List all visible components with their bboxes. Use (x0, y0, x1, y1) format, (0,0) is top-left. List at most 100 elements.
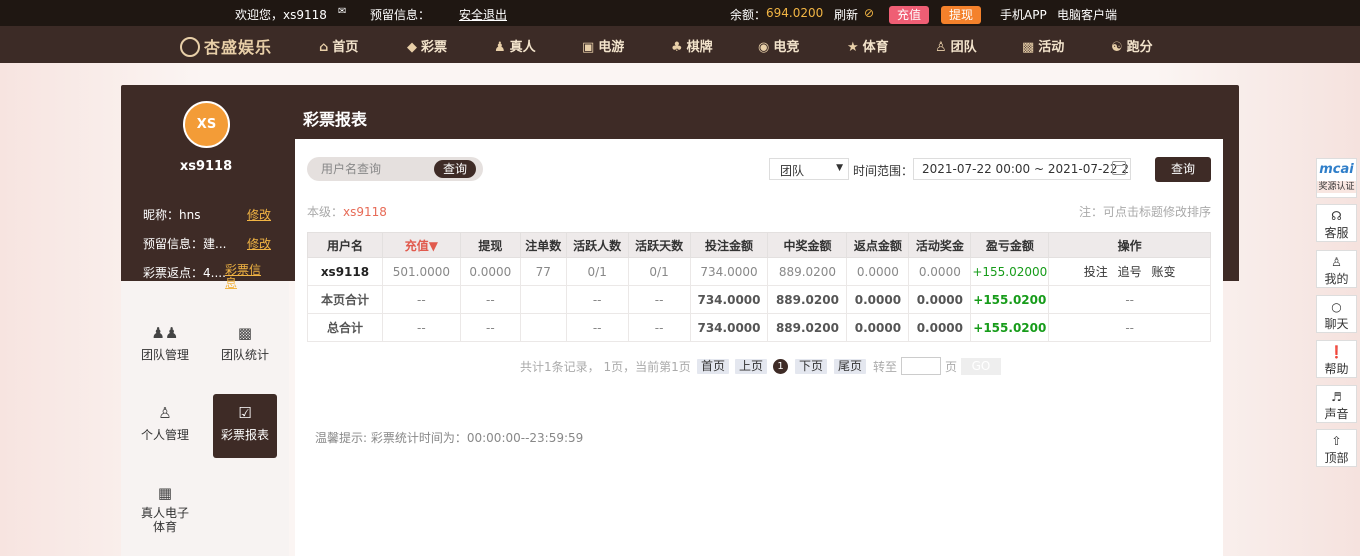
col-active-users[interactable]: 活跃人数 (565, 232, 629, 258)
mcai-badge[interactable]: mcai 奖源认证 (1316, 158, 1357, 198)
cell-username[interactable]: xs9118 (307, 257, 383, 286)
col-win[interactable]: 中奖金额 (767, 232, 848, 258)
nav-item-home[interactable]: ⌂ 首页 (319, 36, 358, 55)
cell-ops: 投注 追号 账变 (1048, 257, 1211, 286)
edit-reserved-link[interactable]: 修改 (247, 235, 271, 252)
site-logo[interactable]: 杏盛娱乐 (180, 34, 272, 58)
menu-item-live-electronic-sports[interactable]: ▦ 真人电子体育 (133, 474, 197, 544)
col-withdraw[interactable]: 提现 (459, 232, 521, 258)
inline-query-button[interactable]: 查询 (434, 160, 476, 178)
home-icon: ⌂ (319, 40, 329, 55)
nav-item-cards[interactable]: ♣ 棋牌 (671, 36, 713, 55)
chat-icon: ○ (1331, 300, 1342, 314)
user-name: xs9118 (179, 159, 233, 174)
my-account-button[interactable]: ♙ 我的 (1316, 250, 1357, 288)
withdraw-button[interactable]: 提现 (941, 6, 982, 24)
user-icon: ♙ (1331, 255, 1342, 269)
nav-item-team[interactable]: ♙ 团队 (935, 36, 977, 55)
reserved-info-text: 预留信息：建... (143, 237, 227, 251)
table-header-row: 用户名 充值▼ 提现 注单数 活跃人数 活跃天数 投注金额 中奖金额 返点金额 … (307, 232, 1211, 258)
gift-icon: ▩ (1022, 40, 1035, 55)
cell-withdraw: 0.0000 (459, 257, 521, 286)
pc-client-link[interactable]: 电脑客户端 (1057, 6, 1117, 23)
table-row: xs9118 501.0000 0.0000 77 0/1 0/1 734.00… (307, 257, 1211, 286)
bet-link[interactable]: 投注 (1084, 265, 1108, 279)
nav-item-activity[interactable]: ▩ 活动 (1022, 36, 1064, 55)
first-page-button[interactable]: 首页 (697, 359, 730, 374)
welcome-text: 欢迎您，xs9118 (235, 8, 327, 22)
top-info-bar: 欢迎您，xs9118 ✉ 预留信息： 安全退出 余额： 694.0200 刷新 … (0, 0, 1360, 26)
nav-item-sports[interactable]: ★ 体育 (847, 36, 889, 55)
refresh-link[interactable]: 刷新 (834, 6, 858, 23)
col-active-days[interactable]: 活跃天数 (627, 232, 691, 258)
query-button[interactable]: 查询 (1155, 157, 1211, 182)
trophy-icon: ★ (847, 40, 859, 55)
go-button[interactable]: GO (961, 358, 1001, 375)
page-title: 彩票报表 (303, 110, 368, 129)
account-change-link[interactable]: 账变 (1151, 265, 1175, 279)
reserved-info-label: 预留信息： (370, 8, 431, 22)
recharge-button[interactable]: 充值 (889, 6, 930, 24)
lottery-info-link[interactable]: 彩票信息 (225, 264, 265, 290)
chat-button[interactable]: ○ 聊天 (1316, 295, 1357, 333)
edit-nickname-link[interactable]: 修改 (247, 206, 271, 223)
cell-win: 889.0200 (767, 257, 848, 286)
col-rebate[interactable]: 返点金额 (846, 232, 910, 258)
next-page-button[interactable]: 下页 (795, 359, 828, 374)
col-bet[interactable]: 投注金额 (689, 232, 769, 258)
logout-link[interactable]: 安全退出 (459, 6, 507, 23)
nav-item-lottery[interactable]: ◆ 彩票 (407, 36, 447, 55)
current-page[interactable]: 1 (773, 359, 788, 374)
card-icon: ♣ (671, 40, 683, 55)
balance-label: 余额： (730, 8, 767, 22)
balance-value: 694.0200 (766, 6, 824, 20)
menu-item-team-statistics[interactable]: ▩ 团队统计 (213, 314, 277, 378)
menu-item-lottery-report[interactable]: ☑ 彩票报表 (213, 394, 277, 458)
headset-icon: ☊ (1331, 209, 1342, 223)
sound-button[interactable]: ♬ 声音 (1316, 385, 1357, 423)
col-bonus[interactable]: 活动奖金 (908, 232, 972, 258)
rebate-label: 彩票返点：4.... (143, 266, 226, 280)
chase-link[interactable]: 追号 (1118, 265, 1142, 279)
sort-note: 注：可点击标题修改排序 (1078, 205, 1211, 219)
col-recharge[interactable]: 充值▼ (381, 232, 461, 258)
nav-item-runscore[interactable]: ☯ 跑分 (1111, 36, 1153, 55)
slot-icon: ▣ (582, 40, 595, 55)
help-button[interactable]: ❗ 帮助 (1316, 340, 1357, 378)
calendar-icon[interactable] (1112, 161, 1126, 175)
clipboard-chart-icon: ☑ (238, 404, 252, 422)
date-range-input[interactable]: 2021-07-22 00:00 ~ 2021-07-22 23:59 (913, 158, 1131, 180)
caret-down-icon: ▼ (836, 163, 843, 173)
col-ops: 操作 (1048, 232, 1211, 258)
menu-item-personal-management[interactable]: ♙ 个人管理 (133, 394, 197, 458)
nav-item-slots[interactable]: ▣ 电游 (582, 36, 624, 55)
mobile-app-link[interactable]: 手机APP (1000, 6, 1047, 23)
goto-page-input[interactable] (901, 357, 941, 375)
back-to-top-button[interactable]: ⇧ 顶部 (1316, 429, 1357, 467)
col-username[interactable]: 用户名 (307, 232, 383, 258)
mail-icon[interactable]: ✉ (338, 6, 346, 17)
person-icon: ♟ (494, 40, 506, 55)
customer-service-button[interactable]: ☊ 客服 (1316, 204, 1357, 242)
menu-item-team-management[interactable]: ♟♟ 团队管理 (133, 314, 197, 378)
gamepad-icon: ◉ (758, 40, 770, 55)
username-search-input[interactable] (321, 161, 431, 177)
nav-item-esports[interactable]: ◉ 电竞 (758, 36, 799, 55)
col-profit[interactable]: 盈亏金额 (970, 232, 1050, 258)
report-table: 用户名 充值▼ 提现 注单数 活跃人数 活跃天数 投注金额 中奖金额 返点金额 … (307, 232, 1211, 342)
ticket-icon: ◆ (407, 40, 417, 55)
team-select[interactable]: 团队 ▼ (769, 158, 849, 180)
nav-item-live[interactable]: ♟ 真人 (494, 36, 536, 55)
logo-icon (180, 37, 200, 57)
cell-rebate: 0.0000 (846, 257, 910, 286)
col-orders[interactable]: 注单数 (519, 232, 567, 258)
monitor-icon: ▩ (237, 324, 253, 342)
cell-bet: 734.0000 (689, 257, 769, 286)
prev-page-button[interactable]: 上页 (735, 359, 768, 374)
cell-bonus: 0.0000 (908, 257, 972, 286)
current-level-user[interactable]: xs9118 (343, 205, 387, 219)
eye-off-icon[interactable]: ⊘ (864, 6, 874, 20)
last-page-button[interactable]: 尾页 (834, 359, 867, 374)
grid-icon: ▦ (157, 484, 173, 502)
pager-summary: 共计1条记录， 1页，当前第1页 (520, 360, 691, 374)
